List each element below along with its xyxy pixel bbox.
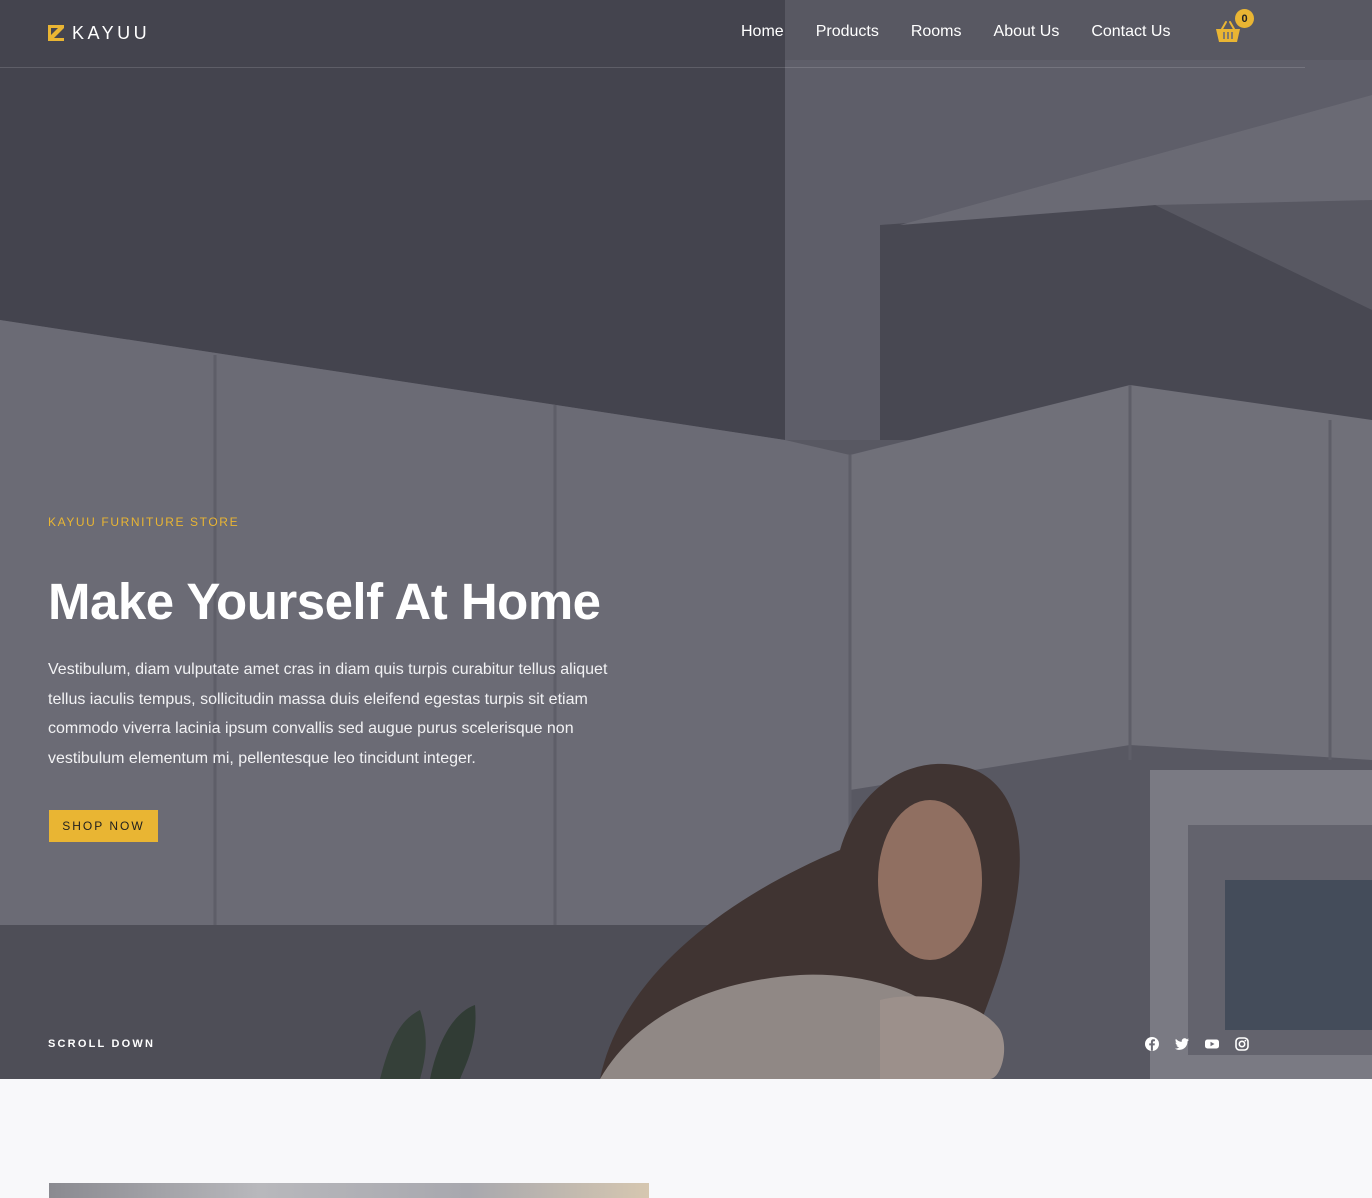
shop-now-button[interactable]: SHOP NOW <box>49 810 158 842</box>
nav-about-us[interactable]: About Us <box>994 22 1060 42</box>
nav-rooms[interactable]: Rooms <box>911 22 962 42</box>
hero-title: Make Yourself At Home <box>48 573 601 630</box>
social-links <box>1144 1036 1250 1052</box>
cart-count-badge: 0 <box>1235 9 1254 28</box>
brand-name: KAYUU <box>72 22 151 43</box>
youtube-icon[interactable] <box>1204 1036 1220 1052</box>
featured-image-preview <box>49 1183 649 1198</box>
instagram-icon[interactable] <box>1234 1036 1250 1052</box>
brand-logo[interactable]: KAYUU <box>48 22 150 44</box>
main-nav: Home Products Rooms About Us Contact Us <box>741 22 1170 42</box>
facebook-icon[interactable] <box>1144 1036 1160 1052</box>
nav-contact-us[interactable]: Contact Us <box>1091 22 1170 42</box>
logo-mark-icon <box>48 25 64 41</box>
hero-description: Vestibulum, diam vulputate amet cras in … <box>48 661 608 768</box>
hero-overlay <box>0 0 1372 1079</box>
nav-home[interactable]: Home <box>741 22 784 42</box>
twitter-icon[interactable] <box>1174 1036 1190 1052</box>
scroll-down-link[interactable]: SCROLL DOWN <box>48 1038 155 1050</box>
nav-products[interactable]: Products <box>816 22 879 42</box>
site-header: KAYUU Home Products Rooms About Us Conta… <box>0 0 1372 68</box>
hero-section <box>0 0 1372 1079</box>
hero-eyebrow: KAYUU FURNITURE STORE <box>48 515 240 529</box>
header-divider <box>0 67 1305 68</box>
